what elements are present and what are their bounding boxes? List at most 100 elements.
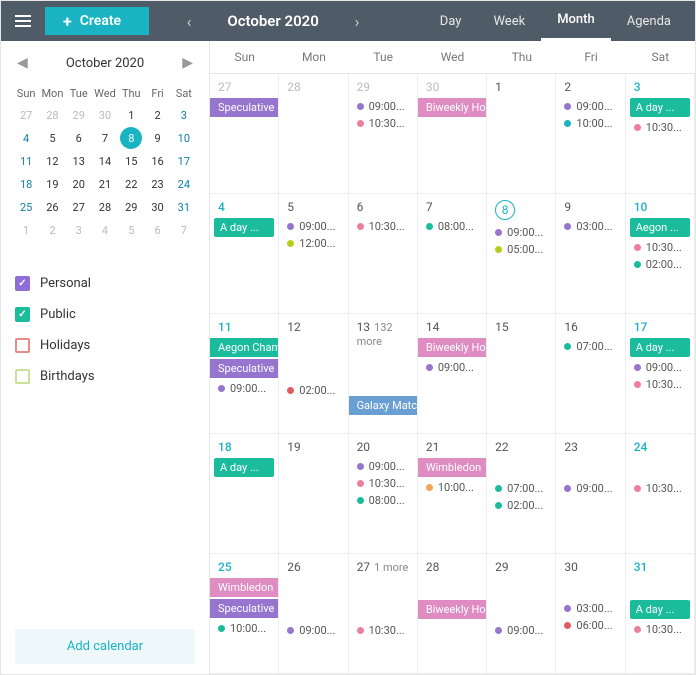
event-item[interactable]: 10:00... <box>214 620 274 637</box>
event-item[interactable]: 09:00... <box>491 224 551 241</box>
event-bar[interactable]: Biweekly Horror Boo... <box>418 338 487 357</box>
event-item[interactable]: 09:00... <box>560 98 620 115</box>
mini-day[interactable]: 1 <box>13 219 39 242</box>
day-cell[interactable]: 1202:00... <box>279 314 348 434</box>
mini-day[interactable]: 5 <box>118 219 144 242</box>
mini-day[interactable]: 23 <box>144 173 170 196</box>
event-item[interactable]: 03:00... <box>560 600 620 617</box>
event-item[interactable]: 09:00... <box>491 622 551 639</box>
event-item[interactable]: 09:00... <box>283 218 343 235</box>
event-item[interactable]: 10:30... <box>353 218 413 235</box>
checkbox-icon[interactable] <box>15 369 30 384</box>
checkbox-icon[interactable] <box>15 307 30 322</box>
mini-day[interactable]: 30 <box>92 104 118 127</box>
mini-day[interactable]: 18 <box>13 173 39 196</box>
day-cell[interactable]: 21Wimbledon10:00... <box>418 434 487 554</box>
day-cell[interactable]: 30Biweekly Horror Boo... <box>418 74 487 194</box>
mini-day[interactable]: 3 <box>66 219 92 242</box>
event-bar[interactable]: Aegon Championship <box>210 338 279 357</box>
mini-day[interactable]: 6 <box>144 219 170 242</box>
day-cell[interactable]: 14Biweekly Horror Boo...09:00... <box>418 314 487 434</box>
mini-day[interactable]: 22 <box>118 173 144 196</box>
mini-day[interactable]: 17 <box>171 150 197 173</box>
event-item[interactable]: 02:00... <box>630 256 690 273</box>
day-cell[interactable]: 11Aegon ChampionshipSpeculative Fiction … <box>210 314 279 434</box>
event-bar[interactable]: Galaxy Match <box>349 396 418 415</box>
calendar-item[interactable]: Personal <box>15 268 195 299</box>
event-item[interactable]: 09:00... <box>422 359 482 376</box>
event-item[interactable]: 09:00... <box>630 359 690 376</box>
mini-day[interactable]: 25 <box>13 196 39 219</box>
day-cell[interactable]: 809:00...05:00... <box>487 194 556 314</box>
event-item[interactable]: 10:30... <box>630 480 690 497</box>
mini-day[interactable]: 15 <box>118 150 144 173</box>
mini-day[interactable]: 27 <box>66 196 92 219</box>
day-cell[interactable]: 10Aegon ...10:30...02:00... <box>626 194 695 314</box>
mini-day[interactable]: 31 <box>171 196 197 219</box>
event-bar[interactable]: Biweekly Horror Boo... <box>418 600 487 619</box>
mini-day[interactable]: 21 <box>92 173 118 196</box>
day-cell[interactable]: 3A day ...10:30... <box>626 74 695 194</box>
mini-day[interactable]: 28 <box>92 196 118 219</box>
calendar-item[interactable]: Public <box>15 299 195 330</box>
day-cell[interactable]: 2009:00...10:30...08:00... <box>349 434 418 554</box>
tab-agenda[interactable]: Agenda <box>611 1 687 41</box>
mini-day[interactable]: 11 <box>13 150 39 173</box>
day-cell[interactable]: 271 more10:30... <box>349 554 418 674</box>
day-cell[interactable]: 3003:00...06:00... <box>556 554 625 674</box>
mini-day[interactable]: 4 <box>92 219 118 242</box>
event-bar[interactable]: A day ... <box>214 218 274 237</box>
checkbox-icon[interactable] <box>15 338 30 353</box>
mini-day[interactable]: 27 <box>13 104 39 127</box>
event-item[interactable]: 09:00... <box>353 98 413 115</box>
checkbox-icon[interactable] <box>15 276 30 291</box>
create-button[interactable]: +Create <box>45 7 149 35</box>
event-item[interactable]: 10:00... <box>560 115 620 132</box>
day-cell[interactable]: 31A day ...10:30... <box>626 554 695 674</box>
mini-day[interactable]: 5 <box>39 127 65 150</box>
mini-day[interactable]: 1 <box>118 104 144 127</box>
event-bar[interactable]: Speculative Fiction Discussion Club <box>210 98 279 117</box>
day-cell[interactable]: 13132 moreGalaxy Match <box>349 314 418 434</box>
day-cell[interactable]: 509:00...12:00... <box>279 194 348 314</box>
event-item[interactable]: 09:00... <box>560 480 620 497</box>
mini-day[interactable]: 29 <box>66 104 92 127</box>
mini-day[interactable]: 2 <box>144 104 170 127</box>
day-cell[interactable]: 28Biweekly Horror Boo... <box>418 554 487 674</box>
day-cell[interactable]: 15 <box>487 314 556 434</box>
mini-day[interactable]: 4 <box>13 127 39 150</box>
mini-day[interactable]: 10 <box>171 127 197 150</box>
event-bar[interactable]: Biweekly Horror Boo... <box>418 98 487 117</box>
day-cell[interactable]: 209:00...10:00... <box>556 74 625 194</box>
mini-day[interactable]: 24 <box>171 173 197 196</box>
event-item[interactable]: 09:00... <box>283 622 343 639</box>
event-bar[interactable]: A day ... <box>630 338 690 357</box>
event-bar[interactable]: Speculative Fiction Discussion Club <box>210 599 279 618</box>
event-item[interactable]: 12:00... <box>283 235 343 252</box>
day-cell[interactable]: 2207:00...02:00... <box>487 434 556 554</box>
mini-prev-icon[interactable]: ◀ <box>13 51 32 75</box>
day-cell[interactable]: 2309:00... <box>556 434 625 554</box>
event-item[interactable]: 03:00... <box>560 218 620 235</box>
month-label[interactable]: October 2020 <box>213 12 333 30</box>
event-item[interactable]: 08:00... <box>422 218 482 235</box>
event-item[interactable]: 10:00... <box>422 479 482 496</box>
mini-title[interactable]: October 2020 <box>66 56 144 71</box>
event-bar[interactable]: A day ... <box>630 98 690 117</box>
mini-day[interactable]: 14 <box>92 150 118 173</box>
day-cell[interactable]: 2410:30... <box>626 434 695 554</box>
day-cell[interactable]: 2909:00... <box>487 554 556 674</box>
mini-day[interactable]: 7 <box>92 127 118 150</box>
mini-day[interactable]: 9 <box>144 127 170 150</box>
event-bar[interactable]: Aegon ... <box>630 218 690 237</box>
event-item[interactable]: 10:30... <box>353 622 413 639</box>
event-item[interactable]: 05:00... <box>491 241 551 258</box>
day-cell[interactable]: 2609:00... <box>279 554 348 674</box>
event-bar[interactable]: Speculative Fiction Discussion Club <box>210 359 279 378</box>
mini-day[interactable]: 26 <box>39 196 65 219</box>
event-item[interactable]: 10:30... <box>630 239 690 256</box>
event-item[interactable]: 02:00... <box>283 382 343 399</box>
prev-month-icon[interactable]: ‹ <box>177 9 201 33</box>
more-link[interactable]: 132 more <box>357 321 393 348</box>
tab-day[interactable]: Day <box>424 1 478 41</box>
